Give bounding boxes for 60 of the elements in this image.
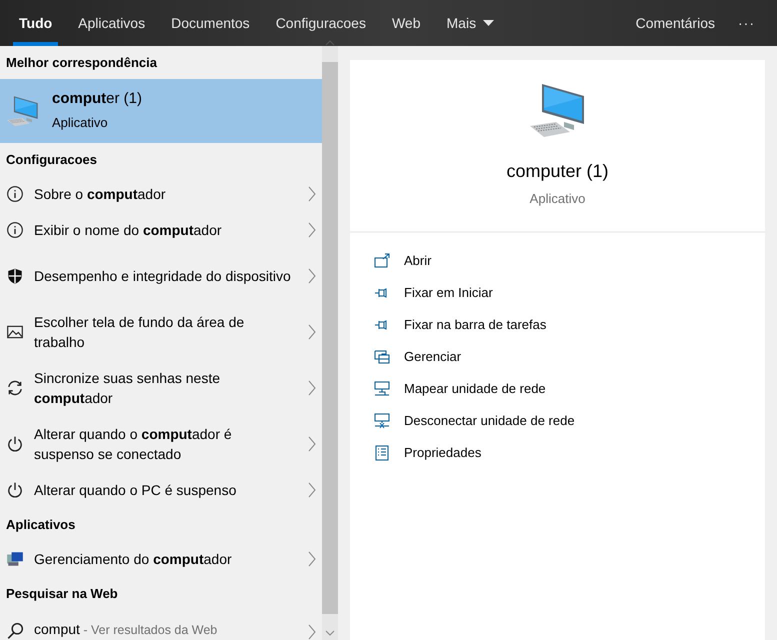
section-header: Configuracoes bbox=[5, 150, 98, 169]
action-item[interactable]: Abrir bbox=[374, 244, 432, 276]
chevron-icon bbox=[308, 186, 316, 202]
settings-item[interactable]: Desempenho e integridade do dispositivo bbox=[0, 248, 322, 304]
properties-icon bbox=[374, 444, 390, 460]
result-subtitle: Aplicativo bbox=[52, 114, 109, 132]
more-button[interactable]: ··· bbox=[728, 0, 777, 46]
scroll-down-icon[interactable] bbox=[325, 630, 335, 636]
caret-icon bbox=[483, 20, 494, 26]
action-item[interactable]: Fixar na barra de tarefas bbox=[374, 308, 546, 340]
section-header: Melhor correspondência bbox=[5, 54, 158, 72]
action-item[interactable]: Propriedades bbox=[374, 436, 482, 468]
chevron-icon bbox=[308, 222, 316, 238]
chevron-icon bbox=[308, 551, 316, 567]
settings-item[interactable]: Alterar quando o PC é suspenso bbox=[0, 472, 322, 508]
section-header: Pesquisar na Web bbox=[5, 584, 119, 603]
feedback-button[interactable]: Comentários bbox=[622, 0, 728, 46]
tab[interactable]: Web bbox=[378, 0, 434, 46]
tab[interactable]: Mais bbox=[434, 0, 508, 46]
chevron-icon bbox=[308, 324, 316, 340]
sync-icon bbox=[6, 379, 24, 397]
web-search-item[interactable]: comput - Ver resultados da Web bbox=[0, 610, 322, 640]
manage-icon bbox=[374, 348, 390, 364]
scroll-up-icon[interactable] bbox=[325, 40, 335, 46]
tab[interactable]: Documentos bbox=[158, 0, 263, 46]
action-item[interactable]: Fixar em Iniciar bbox=[374, 276, 493, 308]
open-icon bbox=[374, 252, 390, 268]
search-icon bbox=[6, 622, 24, 640]
chevron-icon bbox=[308, 436, 316, 452]
section-header: Aplicativos bbox=[5, 516, 76, 534]
action-item[interactable]: Desconectar unidade de rede bbox=[374, 404, 575, 436]
chevron-icon bbox=[308, 624, 316, 640]
shield-icon bbox=[6, 267, 24, 285]
info-icon bbox=[6, 221, 24, 239]
settings-item[interactable]: Exibir o nome do computador bbox=[0, 212, 322, 248]
best-match-item[interactable]: computer (1) Aplicativo bbox=[0, 79, 322, 143]
app-type: Aplicativo bbox=[530, 190, 586, 208]
power-icon bbox=[6, 481, 24, 499]
action-item[interactable]: Gerenciar bbox=[374, 340, 462, 372]
settings-item[interactable]: Sincronize suas senhas neste computador bbox=[0, 360, 322, 416]
chevron-icon bbox=[308, 268, 316, 284]
image-icon bbox=[6, 323, 24, 341]
tab[interactable]: Configuracoes bbox=[262, 0, 379, 46]
chevron-icon bbox=[308, 482, 316, 498]
network-drive-icon bbox=[374, 380, 390, 396]
power-icon bbox=[6, 435, 24, 453]
settings-item[interactable]: Alterar quando o computador é suspenso se conectado bbox=[0, 416, 322, 472]
action-item[interactable]: Mapear unidade de rede bbox=[374, 372, 546, 404]
result-title: computer (1) bbox=[52, 89, 142, 109]
computer-management-icon bbox=[6, 550, 24, 568]
chevron-icon bbox=[308, 380, 316, 396]
settings-item[interactable]: Sobre o computador bbox=[0, 176, 322, 212]
tab[interactable]: Tudo bbox=[6, 0, 66, 46]
app-title: computer (1) bbox=[506, 160, 609, 183]
info-icon bbox=[6, 185, 24, 203]
computer-icon bbox=[6, 95, 40, 127]
settings-item[interactable]: Gerenciamento do computador bbox=[0, 541, 322, 577]
tab[interactable]: Aplicativos bbox=[65, 0, 158, 46]
disconnect-drive-icon bbox=[374, 412, 390, 428]
settings-item[interactable]: Escolher tela de fundo da área de trabalho bbox=[0, 304, 322, 360]
